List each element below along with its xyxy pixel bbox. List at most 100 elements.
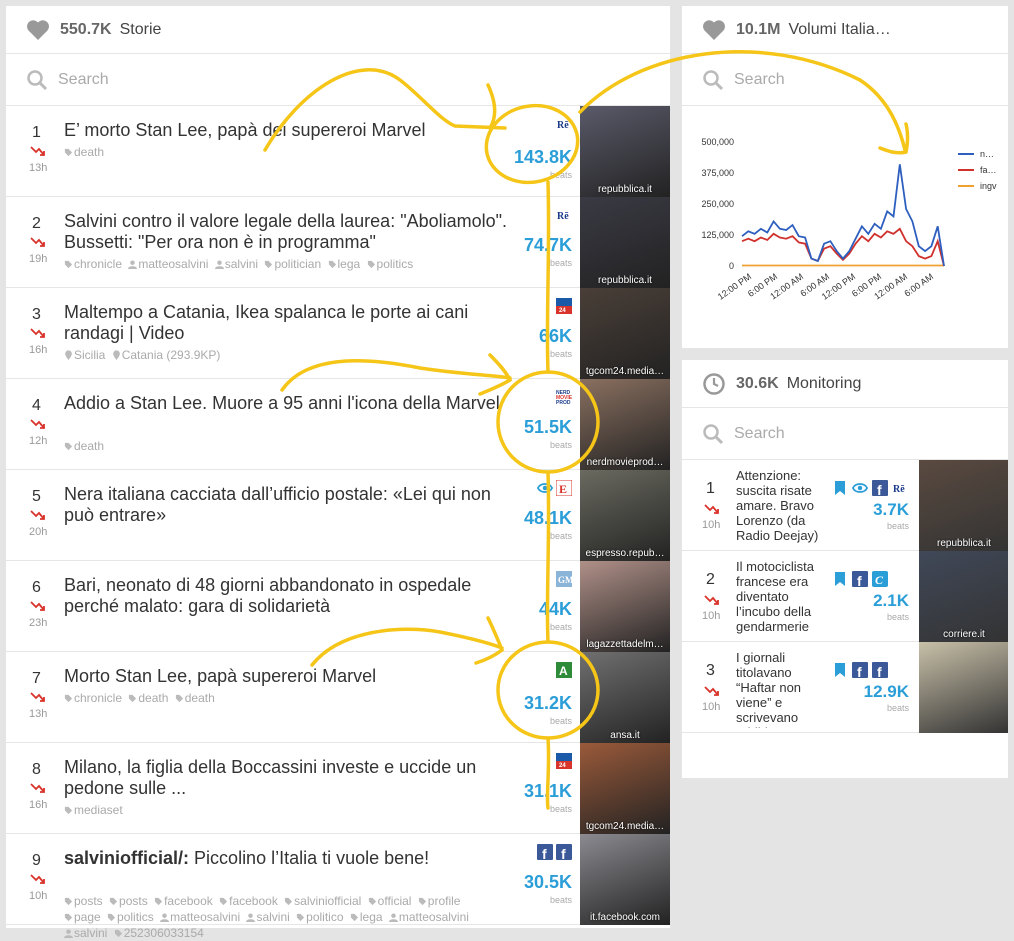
monitoring-title-text[interactable]: I giornali titolavano “Haftar non viene”… [736,650,826,728]
story-title[interactable]: Milano, la figlia della Boccassini inves… [64,757,519,799]
clock-icon[interactable] [702,372,726,396]
tag[interactable]: facebook [154,894,213,908]
monitoring-row[interactable]: 3 10h I giornali titolavano “Haftar non … [682,642,1008,733]
story-thumbnail[interactable]: it.facebook.com [580,834,670,925]
trend-down-icon [30,144,46,162]
story-row[interactable]: 2 19h Salvini contro il valore legale de… [6,197,670,288]
tag[interactable]: salvini [246,910,290,924]
bookmark-icon[interactable] [832,480,848,496]
story-title[interactable]: Salvini contro il valore legale della la… [64,211,519,253]
story-row[interactable]: 3 16h Maltempo a Catania, Ikea spalanca … [6,288,670,379]
story-thumbnail[interactable]: nerdmovieprod… [580,379,670,470]
facebook-logo[interactable]: f [872,480,888,496]
svg-text:Rē: Rē [557,211,569,222]
svg-text:24: 24 [559,763,566,769]
story-title[interactable]: Morto Stan Lee, papà supereroi Marvel [64,666,519,687]
story-row[interactable]: 5 20h Nera italiana cacciata dall’uffici… [6,470,670,561]
story-row[interactable]: 8 16h Milano, la figlia della Boccassini… [6,743,670,834]
tag[interactable]: facebook [219,894,278,908]
story-thumbnail[interactable]: tgcom24.media… [580,288,670,379]
tag[interactable]: chronicle [64,691,122,705]
monitoring-title-text[interactable]: Attenzione: suscita risate amare. Bravo … [736,468,826,546]
tag[interactable]: lega [350,910,383,924]
tag[interactable]: politics [107,910,154,924]
eye-icon[interactable] [852,480,868,496]
tag[interactable]: posts [64,894,103,908]
bookmark-icon[interactable] [832,571,848,587]
monitoring-row[interactable]: 1 10h Attenzione: suscita risate amare. … [682,460,1008,551]
tag[interactable]: salvini [214,257,258,271]
story-title[interactable]: salviniofficial/: Piccolino l’Italia ti … [64,848,519,869]
search-input[interactable]: Search [58,71,109,89]
story-row[interactable]: 7 13h Morto Stan Lee, papà supereroi Mar… [6,652,670,743]
tag[interactable]: matteosalvini [128,257,208,271]
repubblica-logo[interactable]: Rē [892,480,908,496]
story-title[interactable]: Addio a Stan Lee. Muore a 95 anni l'icon… [64,393,519,414]
tag[interactable]: chronicle [64,257,122,271]
tag[interactable]: lega [328,257,360,271]
story-thumbnail[interactable]: repubblica.it [580,197,670,288]
tag[interactable]: politics [367,257,413,271]
bookmark-icon[interactable] [832,662,848,678]
tag[interactable]: matteosalvini [160,910,240,924]
story-thumbnail[interactable]: repubblica.it [580,106,670,197]
tgcom24-logo: 24 [556,298,572,314]
tag[interactable]: death [64,439,104,453]
beats-label: beats [549,440,572,450]
svg-text:Rē: Rē [557,120,569,131]
thumbnail-source: repubblica.it [598,184,652,195]
tag[interactable]: Sicilia [64,348,105,362]
story-row[interactable]: 4 12h Addio a Stan Lee. Muore a 95 anni … [6,379,670,470]
story-title[interactable]: Nera italiana cacciata dall’ufficio post… [64,484,519,526]
monitoring-thumbnail[interactable]: corriere.it [919,551,1008,642]
monitoring-title-text[interactable]: Il motociclista francese era diventato l… [736,559,826,637]
story-row[interactable]: 1 13h E’ morto Stan Lee, papà dei supere… [6,106,670,197]
eye-icon[interactable] [537,480,553,496]
tag[interactable]: Catania (293.9KP) [112,348,220,362]
monitoring-thumbnail[interactable] [919,642,1008,733]
tag[interactable]: mediaset [64,803,123,817]
tag[interactable]: politician [264,257,321,271]
tag[interactable]: official [368,894,411,908]
facebook-logo[interactable]: f [852,571,868,587]
facebook-logo[interactable]: f [852,662,868,678]
beats-value: 48.1K [523,508,572,528]
heart-icon[interactable] [702,19,726,41]
age-label: 10h [702,519,721,531]
tag[interactable]: politico [296,910,344,924]
stories-search[interactable]: Search [6,54,670,106]
source-icons: fC [832,571,888,587]
monitoring-search[interactable]: Search [682,408,1008,460]
repubblica-logo: Rē [556,116,572,132]
corriere-logo[interactable]: C [872,571,888,587]
tag[interactable]: death [64,145,104,159]
story-thumbnail[interactable]: ansa.it [580,652,670,743]
facebook-logo[interactable]: f [872,662,888,678]
monitoring-row[interactable]: 2 10h Il motociclista francese era diven… [682,551,1008,642]
tag[interactable]: death [128,691,168,705]
volumes-search[interactable]: Search [682,54,1008,106]
tag[interactable]: 252306033154 [114,926,204,940]
heart-icon[interactable] [26,19,50,41]
story-title[interactable]: Bari, neonato di 48 giorni abbandonato i… [64,575,519,617]
story-title[interactable]: E’ morto Stan Lee, papà dei supereroi Ma… [64,120,519,141]
tag[interactable]: page [64,910,101,924]
story-row[interactable]: 9 10h salviniofficial/: Piccolino l’Ital… [6,834,670,940]
search-input[interactable]: Search [734,425,785,443]
story-thumbnail[interactable]: tgcom24.media… [580,743,670,834]
monitoring-list: 1 10h Attenzione: suscita risate amare. … [682,460,1008,736]
search-input[interactable]: Search [734,71,785,89]
tag[interactable]: death [175,691,215,705]
tag[interactable]: profile [418,894,460,908]
story-thumbnail[interactable]: lagazzettadelm… [580,561,670,652]
source-icons: 24 [556,298,572,314]
tag[interactable]: salviniofficial [284,894,361,908]
monitoring-thumbnail[interactable]: repubblica.it [919,460,1008,551]
story-thumbnail[interactable]: espresso.repub… [580,470,670,561]
volumes-chart[interactable]: 500,000 375,000 250,000 125,000 012:00 PM 6:0… [682,106,1008,346]
tag[interactable]: matteosalvini [388,910,469,924]
story-row[interactable]: 6 23h Bari, neonato di 48 giorni abbando… [6,561,670,652]
tag[interactable]: posts [109,894,148,908]
tag[interactable]: salvini [64,926,107,940]
story-title[interactable]: Maltempo a Catania, Ikea spalanca le por… [64,302,519,344]
